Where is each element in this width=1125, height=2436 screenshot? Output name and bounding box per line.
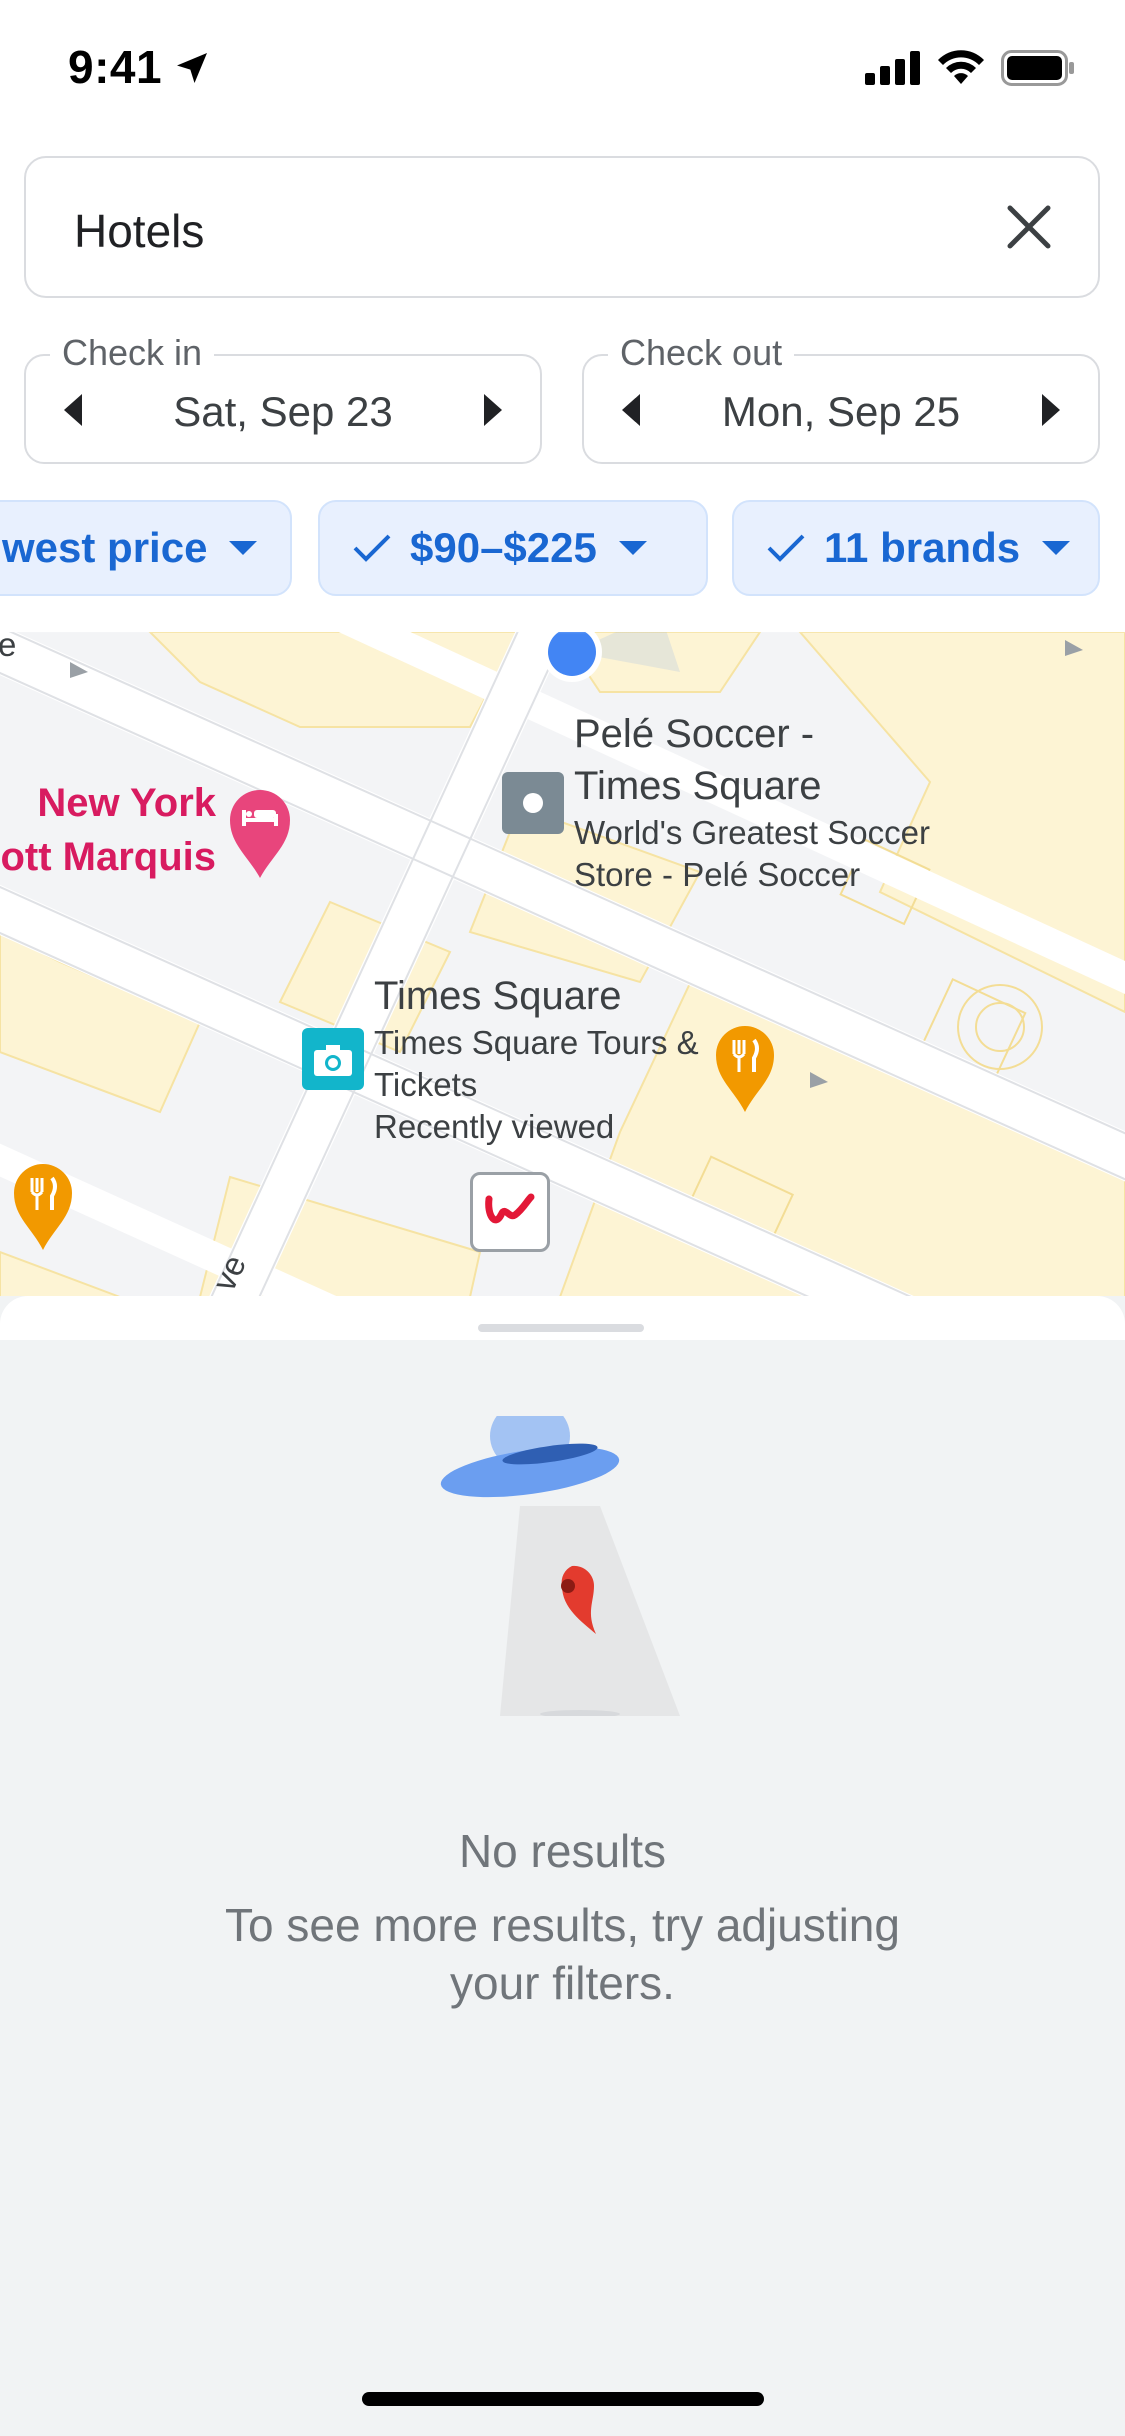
next-date-icon[interactable] bbox=[1042, 394, 1060, 426]
check-icon bbox=[353, 534, 391, 562]
filter-chip-price-sort[interactable]: west price bbox=[0, 500, 292, 596]
map[interactable]: e ve Pelé Soccer - Times Square World's … bbox=[0, 632, 1125, 1297]
hotel-pin-icon[interactable] bbox=[228, 788, 292, 880]
restaurant-pin-icon[interactable] bbox=[714, 1024, 776, 1114]
restaurant-pin-icon[interactable] bbox=[12, 1162, 74, 1252]
no-results-hint: To see more results, try adjusting your … bbox=[225, 1899, 900, 2009]
map-top-shadow bbox=[0, 620, 1125, 634]
chip-label: $90–$225 bbox=[410, 524, 597, 571]
dropdown-arrow-icon bbox=[229, 541, 258, 555]
pharmacy-store-icon[interactable] bbox=[470, 1172, 550, 1252]
close-icon[interactable] bbox=[1004, 202, 1054, 252]
drag-handle[interactable] bbox=[478, 1324, 644, 1332]
results-sheet: No results To see more results, try adju… bbox=[0, 1296, 1125, 2436]
place-times-square[interactable]: Times Square Times Square Tours & Ticket… bbox=[374, 970, 699, 1148]
hotel-name-line1: New York bbox=[37, 781, 216, 825]
place-title: Pelé Soccer - Times Square bbox=[574, 712, 822, 808]
filter-chips: west price $90–$225 11 brands bbox=[0, 500, 1125, 598]
check-in-value[interactable]: Sat, Sep 23 bbox=[26, 388, 540, 436]
chip-label: 11 brands bbox=[824, 524, 1021, 571]
search-input[interactable]: Hotels bbox=[74, 204, 204, 258]
recently-viewed-label: Recently viewed bbox=[374, 1108, 615, 1145]
camera-icon[interactable] bbox=[302, 1028, 364, 1090]
next-date-icon[interactable] bbox=[484, 394, 502, 426]
filter-chip-price-range[interactable]: $90–$225 bbox=[318, 500, 708, 596]
ufo-illustration bbox=[440, 1416, 680, 1716]
check-in-label: Check in bbox=[50, 332, 215, 374]
location-arrow-icon bbox=[177, 53, 207, 83]
place-pele-soccer[interactable]: Pelé Soccer - Times Square World's Great… bbox=[574, 708, 930, 896]
filter-chip-brands[interactable]: 11 brands bbox=[732, 500, 1100, 596]
status-bar: 9:41 bbox=[0, 0, 1125, 140]
check-in-field[interactable]: Check in Sat, Sep 23 bbox=[24, 332, 542, 464]
wifi-icon bbox=[938, 50, 984, 84]
no-results-title: No results bbox=[458, 1825, 667, 1877]
home-indicator bbox=[362, 2392, 764, 2406]
hotel-name-line2: ott Marquis bbox=[0, 835, 216, 879]
check-icon bbox=[767, 534, 805, 562]
status-icons bbox=[865, 50, 1075, 86]
search-box[interactable]: Hotels bbox=[24, 156, 1100, 298]
sheet-header[interactable] bbox=[0, 1296, 1125, 1340]
check-out-label: Check out bbox=[608, 332, 795, 374]
dropdown-arrow-icon bbox=[618, 541, 647, 555]
dropdown-arrow-icon bbox=[1042, 541, 1071, 555]
status-time: 9:41 bbox=[68, 41, 163, 93]
battery-icon bbox=[1001, 50, 1074, 86]
place-subtitle: World's Greatest Soccer Store - Pelé Soc… bbox=[574, 814, 930, 893]
place-title: Times Square bbox=[374, 974, 622, 1018]
signal-icon bbox=[865, 51, 920, 85]
street-label: e bbox=[0, 632, 17, 663]
place-subtitle: Times Square Tours & Tickets bbox=[374, 1024, 699, 1103]
check-out-field[interactable]: Check out Mon, Sep 25 bbox=[582, 332, 1100, 464]
place-hotel[interactable]: New York ott Marquis bbox=[0, 776, 216, 884]
check-out-value[interactable]: Mon, Sep 25 bbox=[584, 388, 1098, 436]
store-icon[interactable] bbox=[502, 772, 564, 834]
chip-label: west price bbox=[2, 524, 208, 571]
